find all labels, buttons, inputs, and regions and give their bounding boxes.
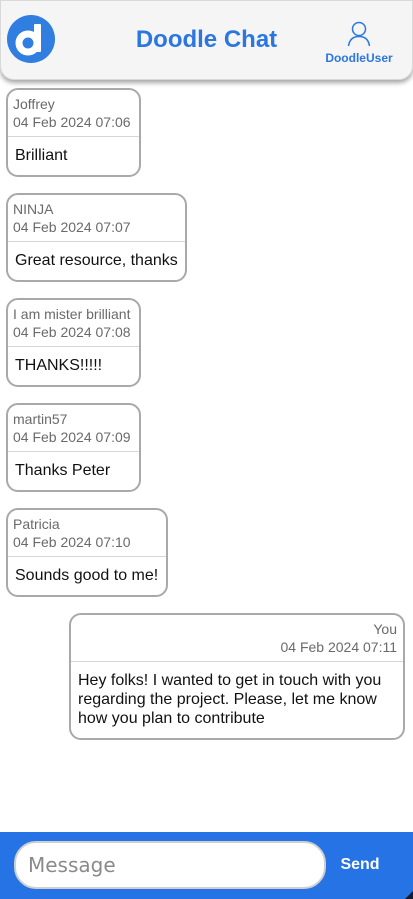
message-bubble: I am mister brilliant 04 Feb 2024 07:08 … <box>6 298 141 387</box>
message-meta: martin57 04 Feb 2024 07:09 <box>8 405 139 452</box>
message-input[interactable] <box>14 841 326 889</box>
message-composer: Send <box>0 832 413 899</box>
message-timestamp: 04 Feb 2024 07:11 <box>280 639 397 655</box>
message-author: Patricia <box>13 516 60 532</box>
message-timestamp: 04 Feb 2024 07:06 <box>13 114 131 130</box>
user-profile-button[interactable]: DoodleUser <box>322 21 396 65</box>
message-bubble: Joffrey 04 Feb 2024 07:06 Brilliant <box>6 88 141 177</box>
message-bubble: Patricia 04 Feb 2024 07:10 Sounds good t… <box>6 508 168 597</box>
message-timestamp: 04 Feb 2024 07:09 <box>13 429 131 445</box>
message-text: Great resource, thanks <box>15 252 178 269</box>
message-text: Brilliant <box>15 147 68 164</box>
user-name: DoodleUser <box>325 51 393 65</box>
message-meta: Patricia 04 Feb 2024 07:10 <box>8 510 166 557</box>
message-text: Sounds good to me! <box>15 567 159 584</box>
message-timestamp: 04 Feb 2024 07:08 <box>13 324 131 340</box>
message-bubble: NINJA 04 Feb 2024 07:07 Great resource, … <box>6 193 187 282</box>
message-timestamp: 04 Feb 2024 07:07 <box>13 219 131 235</box>
send-button[interactable]: Send <box>330 848 390 882</box>
message-text: Hey folks! I wanted to get in touch with… <box>78 672 382 727</box>
message-author: Joffrey <box>13 96 55 112</box>
chat-app: Doodle Chat DoodleUser Joffrey 04 Feb 20… <box>0 0 413 899</box>
message-text: THANKS!!!!! <box>15 357 103 374</box>
message-meta: I am mister brilliant 04 Feb 2024 07:08 <box>8 300 139 347</box>
message-list[interactable]: Joffrey 04 Feb 2024 07:06 Brilliant NINJ… <box>0 88 413 832</box>
app-header: Doodle Chat DoodleUser <box>0 0 413 80</box>
message-author: I am mister brilliant <box>13 306 131 322</box>
doodle-logo-icon[interactable] <box>7 15 55 63</box>
message-meta: NINJA 04 Feb 2024 07:07 <box>8 195 185 242</box>
message-author: NINJA <box>13 201 54 217</box>
user-icon <box>347 21 371 47</box>
message-timestamp: 04 Feb 2024 07:10 <box>13 534 131 550</box>
message-meta: Joffrey 04 Feb 2024 07:06 <box>8 90 139 137</box>
message-text: Thanks Peter <box>15 462 111 479</box>
message-meta: You 04 Feb 2024 07:11 <box>71 615 403 662</box>
message-author: martin57 <box>13 411 68 427</box>
resize-grip-icon <box>405 891 413 899</box>
message-author: You <box>373 621 397 637</box>
own-message-bubble: You 04 Feb 2024 07:11 Hey folks! I wante… <box>69 613 405 740</box>
message-bubble: martin57 04 Feb 2024 07:09 Thanks Peter <box>6 403 141 492</box>
